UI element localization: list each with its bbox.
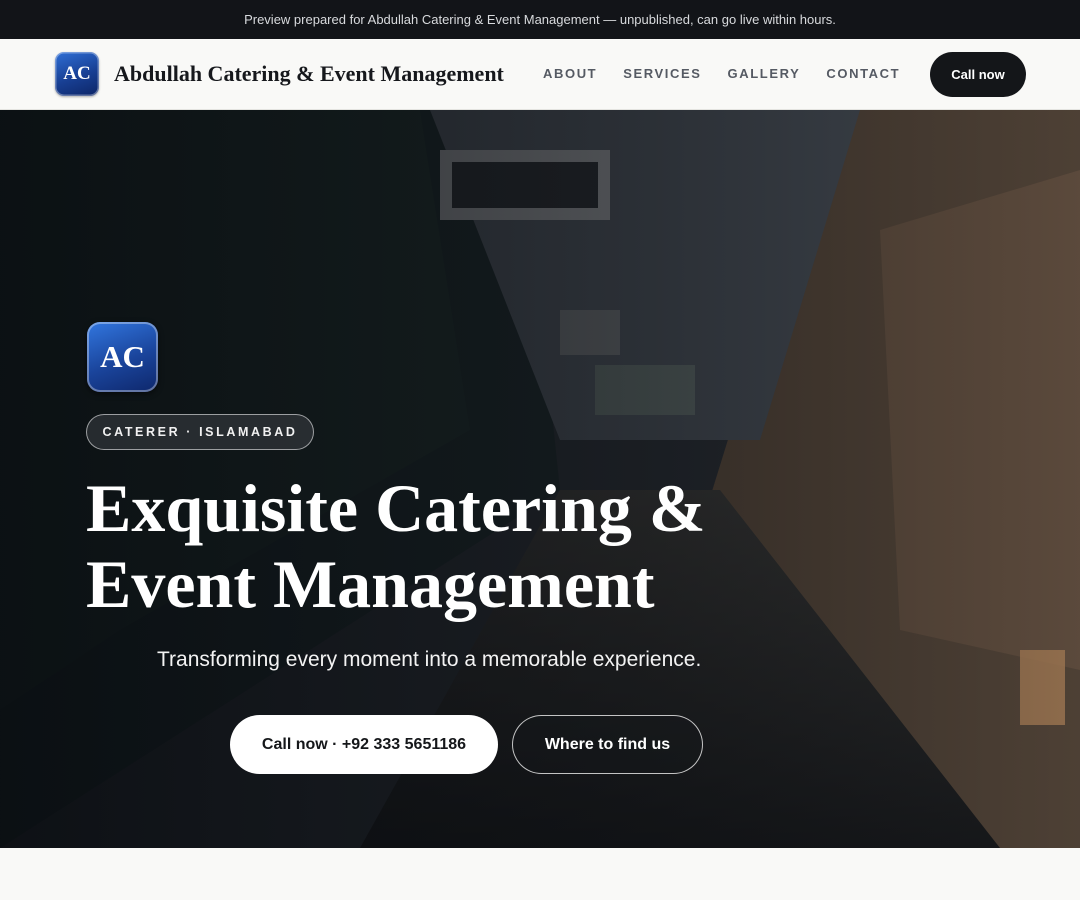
preview-banner: Preview prepared for Abdullah Catering &…	[0, 0, 1080, 39]
where-to-find-us-button[interactable]: Where to find us	[512, 715, 703, 774]
hero-logo: AC	[87, 322, 158, 392]
hero-subtitle: Transforming every moment into a memorab…	[157, 648, 702, 671]
brand-logo[interactable]: AC	[55, 52, 99, 96]
hero-section: AC CATERER · ISLAMABAD Exquisite Caterin…	[0, 110, 1080, 848]
hero-logo-initials: AC	[100, 339, 145, 374]
brand-logo-initials: AC	[63, 63, 91, 84]
nav-link-services[interactable]: SERVICES	[623, 66, 701, 81]
category-badge: CATERER · ISLAMABAD	[86, 414, 314, 450]
main-nav: ABOUT SERVICES GALLERY CONTACT	[543, 66, 926, 81]
preview-banner-text: Preview prepared for Abdullah Catering &…	[244, 12, 836, 27]
hero-title: Exquisite Catering & Event Management	[86, 470, 806, 622]
brand-name[interactable]: Abdullah Catering & Event Management	[114, 61, 504, 87]
hero-title-line-1: Exquisite Catering &	[86, 470, 706, 546]
nav-link-gallery[interactable]: GALLERY	[728, 66, 801, 81]
nav-link-about[interactable]: ABOUT	[543, 66, 597, 81]
nav-link-contact[interactable]: CONTACT	[826, 66, 900, 81]
hero-call-button[interactable]: Call now · +92 333 5651186	[230, 715, 498, 774]
site-header: AC Abdullah Catering & Event Management …	[0, 39, 1080, 110]
header-call-button[interactable]: Call now	[930, 52, 1026, 97]
hero-title-line-2: Event Management	[86, 546, 655, 622]
